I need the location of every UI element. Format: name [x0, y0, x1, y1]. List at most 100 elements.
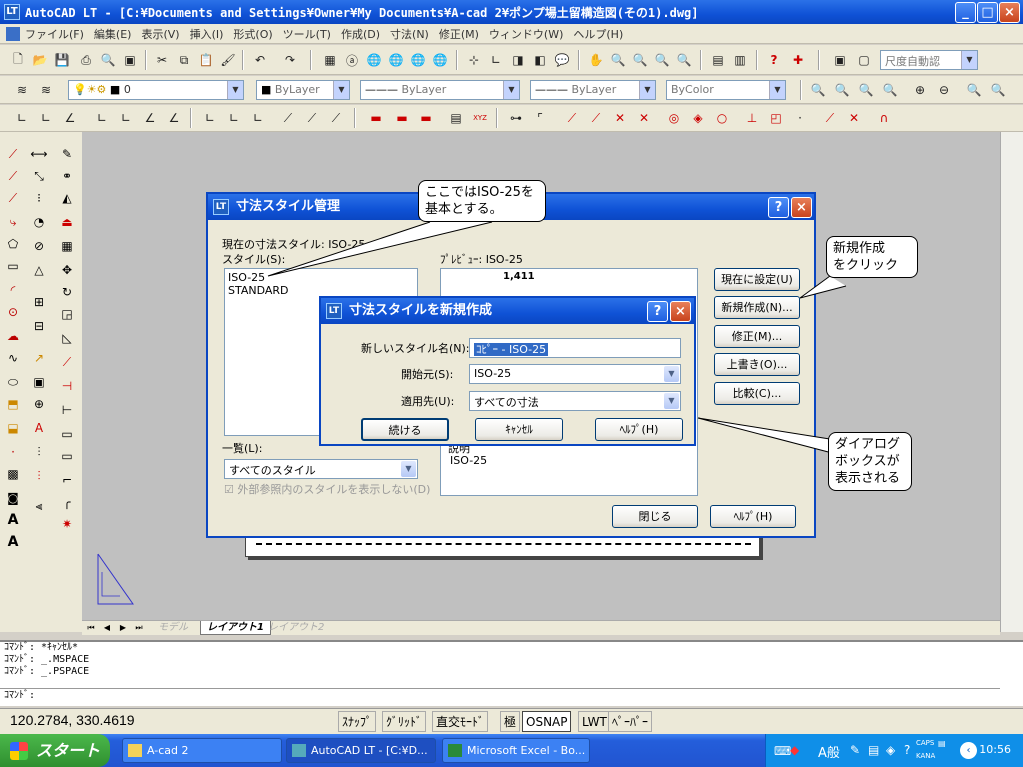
- tab-layout1[interactable]: レイアウト1: [200, 621, 271, 635]
- zoom-all-icon[interactable]: 🔍: [964, 80, 984, 100]
- cut-icon[interactable]: ✂: [152, 50, 172, 70]
- mirror-icon[interactable]: ◭: [56, 188, 78, 208]
- chevron-down-icon[interactable]: ▼: [503, 81, 519, 99]
- zoom-previous-icon[interactable]: 🔍: [652, 50, 672, 70]
- window-title-bar[interactable]: LT AutoCAD LT - [C:¥Documents and Settin…: [0, 0, 1023, 24]
- polar-toggle[interactable]: 極: [500, 711, 521, 732]
- copy-object-icon[interactable]: ⚭: [56, 166, 78, 186]
- compare-button[interactable]: 比較(C)...: [714, 382, 800, 405]
- ime-dict-icon[interactable]: ▤: [868, 743, 879, 757]
- mtext-icon[interactable]: A: [2, 532, 24, 552]
- layer-combo[interactable]: 💡☀⚙ ■ 0 ▼: [68, 80, 244, 100]
- osnap-apparent-icon[interactable]: ✕: [634, 108, 654, 128]
- plotstyle-combo[interactable]: ByColor ▼: [666, 80, 786, 100]
- dim-update-icon[interactable]: ⫷: [28, 496, 50, 516]
- zoom-scale-icon[interactable]: 🔍: [856, 80, 876, 100]
- command-prompt[interactable]: ｺﾏﾝﾄﾞ:: [0, 688, 1000, 702]
- dim-continue-icon[interactable]: ⊟: [28, 316, 50, 336]
- linetype-combo[interactable]: ——— ByLayer ▼: [360, 80, 520, 100]
- layer-manager-icon[interactable]: ≋: [12, 80, 32, 100]
- maximize-button[interactable]: □: [977, 2, 998, 23]
- dim-aligned-icon[interactable]: ∟: [36, 108, 56, 128]
- menu-tools[interactable]: ツール(T): [278, 26, 336, 42]
- dim-text-edit-icon[interactable]: ▤: [446, 108, 466, 128]
- break-icon[interactable]: ▭: [56, 424, 78, 444]
- scale-icon[interactable]: ◲: [56, 304, 78, 324]
- zoom-in-icon[interactable]: ⊕: [910, 80, 930, 100]
- publish-icon[interactable]: ▣: [120, 50, 140, 70]
- layout-icon[interactable]: ▣: [830, 50, 850, 70]
- hatch-icon[interactable]: ▩: [2, 464, 24, 484]
- dim-baseline-icon[interactable]: ∟: [200, 108, 220, 128]
- paper-toggle[interactable]: ﾍﾟｰﾊﾟｰ: [608, 711, 653, 732]
- dim-linear-icon[interactable]: ∟: [12, 108, 32, 128]
- chevron-down-icon[interactable]: ▼: [769, 81, 785, 99]
- tab-model[interactable]: モデル: [152, 621, 194, 635]
- chevron-down-icon[interactable]: ▼: [401, 461, 416, 477]
- zoom-window-icon[interactable]: 🔍: [808, 80, 828, 100]
- dim-override-icon[interactable]: ▬: [416, 108, 436, 128]
- ortho-toggle[interactable]: 直交ﾓｰﾄﾞ: [432, 711, 489, 732]
- zoom-extents-icon[interactable]: 🔍: [988, 80, 1008, 100]
- dim-xyz-icon[interactable]: XYZ: [470, 108, 490, 128]
- chevron-down-icon[interactable]: ▼: [333, 81, 349, 99]
- override-button[interactable]: 上書き(O)...: [714, 353, 800, 376]
- osnap-none-icon[interactable]: ✕: [844, 108, 864, 128]
- polygon-icon[interactable]: ⤷: [2, 212, 24, 232]
- continue-button[interactable]: 続ける: [361, 418, 449, 441]
- osnap-toggle[interactable]: OSNAP: [522, 711, 572, 732]
- list-filter-select[interactable]: すべてのスタイル ▼: [224, 459, 418, 479]
- dim-diameter-icon[interactable]: ∟: [116, 108, 136, 128]
- start-button[interactable]: スタート: [0, 734, 110, 767]
- dim-quick-icon[interactable]: ∠: [164, 108, 184, 128]
- helpbubble-icon[interactable]: 💬: [552, 50, 572, 70]
- tab-last-icon[interactable]: ⏭: [132, 621, 146, 635]
- color-combo[interactable]: ■ ByLayer ▼: [256, 80, 350, 100]
- dialog-close-button[interactable]: ×: [791, 197, 812, 218]
- osnap-nearest-icon[interactable]: ⟋: [820, 108, 840, 128]
- paste-icon[interactable]: 📋: [196, 50, 216, 70]
- chevron-down-icon[interactable]: ▼: [961, 51, 977, 69]
- dim-tolerance-icon[interactable]: ▣: [28, 372, 50, 392]
- dim-leader-icon[interactable]: ∟: [248, 108, 268, 128]
- menu-window[interactable]: ウィンドウ(W): [484, 26, 568, 42]
- match-properties-icon[interactable]: 🖌: [218, 50, 238, 70]
- osnap-tangent-icon[interactable]: ○: [712, 108, 732, 128]
- lengthen-icon[interactable]: ⟋: [56, 352, 78, 372]
- rotate-icon[interactable]: ↻: [56, 282, 78, 302]
- dim-tolerance-icon[interactable]: ⟋: [278, 108, 298, 128]
- scale-combo[interactable]: 尺度自動認 ▼: [880, 50, 978, 70]
- dialog-close-button[interactable]: ×: [670, 301, 691, 322]
- dim-linear-icon[interactable]: ⟷: [28, 144, 50, 164]
- osnap-perpendicular-icon[interactable]: ⊥: [742, 108, 762, 128]
- point-icon[interactable]: ·: [2, 442, 24, 462]
- command-window[interactable]: ｺﾏﾝﾄﾞ: *ｷｬﾝｾﾙ* ｺﾏﾝﾄﾞ: _.MSPACE ｺﾏﾝﾄﾞ: _.…: [0, 640, 1023, 706]
- snap-toggle[interactable]: ｽﾅｯﾌﾟ: [338, 711, 377, 732]
- osnap-intersection-icon[interactable]: ✕: [610, 108, 630, 128]
- osnap-icon[interactable]: ⊹: [464, 50, 484, 70]
- help-button[interactable]: ﾍﾙﾌﾟ(H): [595, 418, 683, 441]
- dim-update-icon[interactable]: ▬: [366, 108, 386, 128]
- text-icon[interactable]: A: [2, 510, 24, 530]
- menu-insert[interactable]: 挿入(I): [185, 26, 229, 42]
- zoom-dynamic-icon[interactable]: 🔍: [832, 80, 852, 100]
- hyperlink-icon[interactable]: ⓐ: [342, 50, 362, 70]
- help-button[interactable]: ﾍﾙﾌﾟ(H): [710, 505, 796, 528]
- inquiry-icon[interactable]: ◨: [508, 50, 528, 70]
- dim-continue-icon[interactable]: ∟: [224, 108, 244, 128]
- dim-edit-icon[interactable]: ⫶: [28, 442, 50, 462]
- fillet-icon[interactable]: ╭: [56, 492, 78, 512]
- dim-ordinate-icon[interactable]: ⁝: [28, 188, 50, 208]
- osnap-quadrant-icon[interactable]: ◈: [688, 108, 708, 128]
- join-icon[interactable]: ▭: [56, 446, 78, 466]
- dim-radius-icon[interactable]: ◔: [28, 212, 50, 232]
- extend-icon[interactable]: ⊢: [56, 400, 78, 420]
- dialog-help-button[interactable]: ?: [768, 197, 789, 218]
- save-icon[interactable]: 💾: [52, 50, 72, 70]
- new-file-icon[interactable]: 🗋: [8, 50, 28, 70]
- stretch-icon[interactable]: ◺: [56, 328, 78, 348]
- ime-help-icon[interactable]: ?: [904, 743, 910, 757]
- erase-icon[interactable]: ✎: [56, 144, 78, 164]
- dim-ordinate-icon[interactable]: ∠: [60, 108, 80, 128]
- layer-previous-icon[interactable]: ≋: [36, 80, 56, 100]
